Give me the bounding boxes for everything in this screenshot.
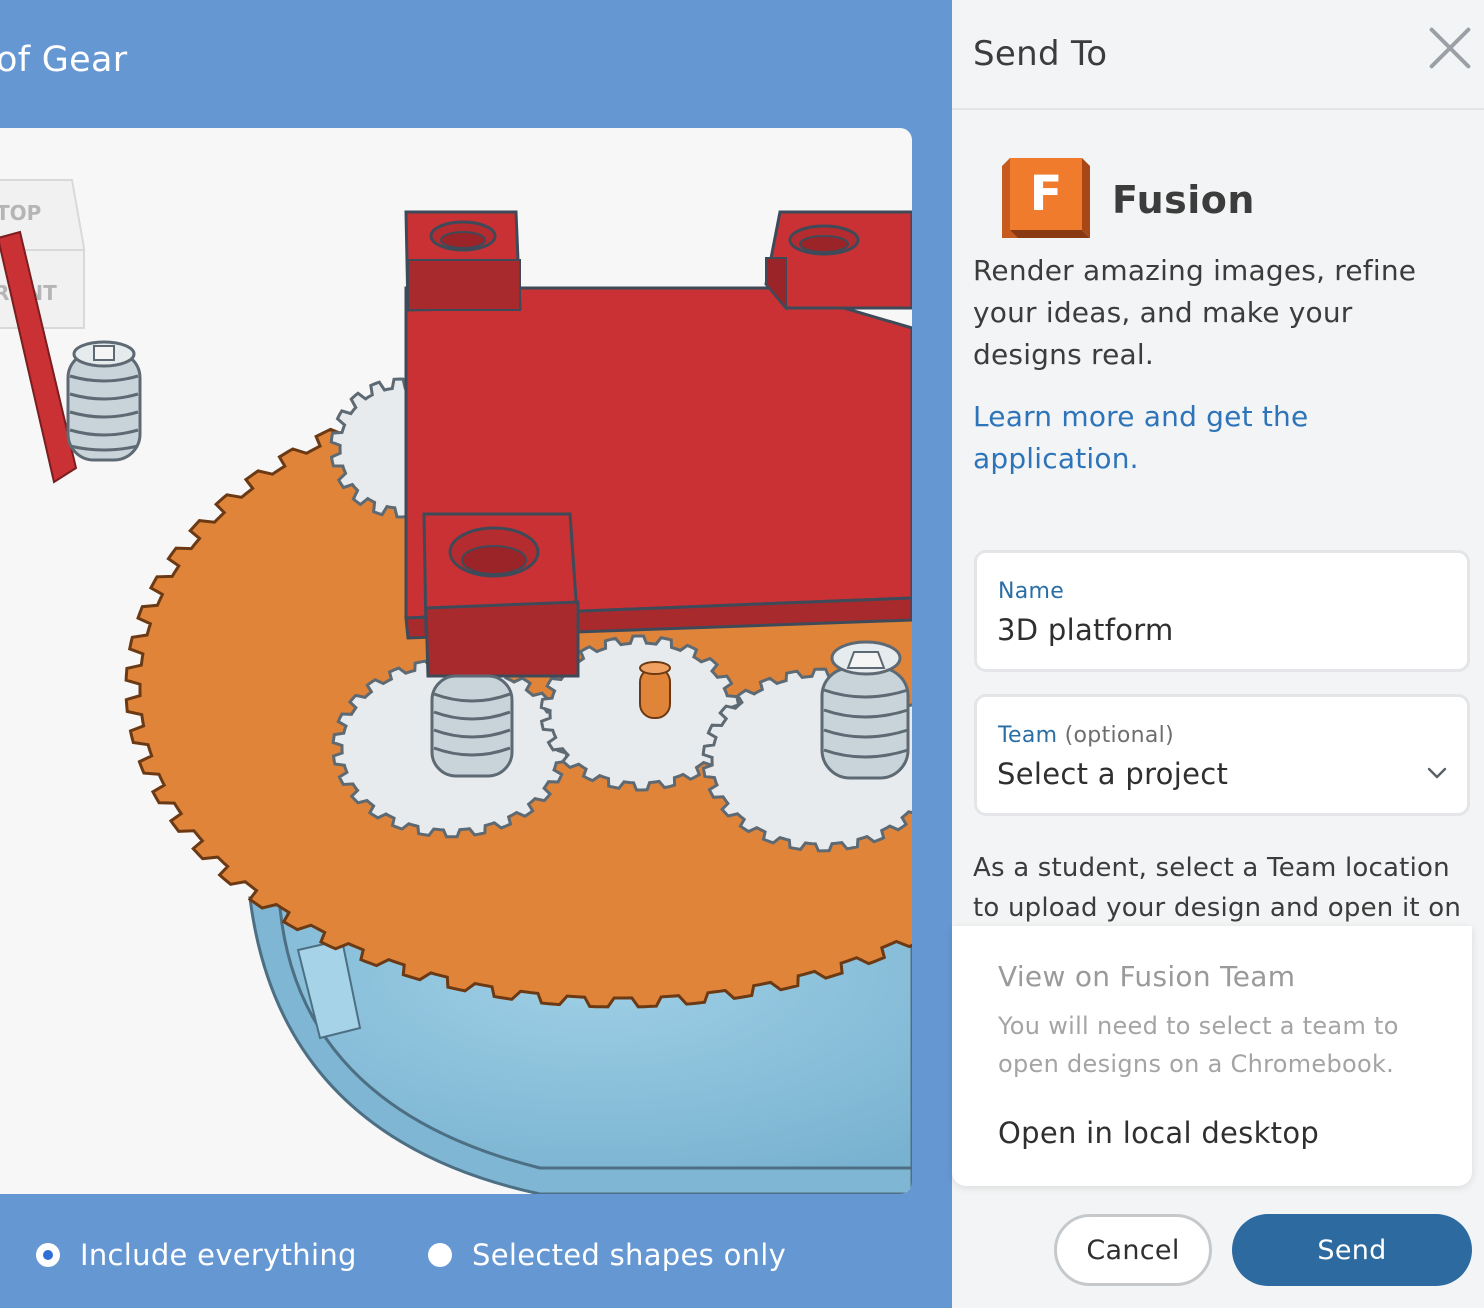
send-to-panel: Send To F Fusion Render amazing images, … xyxy=(952,0,1484,1308)
team-selected-value: Select a project xyxy=(997,757,1229,791)
student-note: As a student, select a Team location to … xyxy=(973,853,1462,923)
3d-scene-render: TOP RONT xyxy=(0,179,912,1194)
include-everything-option[interactable]: Include everything xyxy=(36,1238,357,1272)
cancel-button[interactable]: Cancel xyxy=(1054,1214,1212,1286)
optional-label: (optional) xyxy=(1064,723,1174,748)
small-screw-shape xyxy=(66,340,142,462)
close-icon[interactable] xyxy=(1426,24,1474,72)
team-label: Team xyxy=(998,723,1058,748)
design-title: of Gear xyxy=(0,40,128,80)
panel-title: Send To xyxy=(973,34,1108,74)
export-scope-options: Include everything Selected shapes only xyxy=(0,1222,952,1288)
red-platform-shape xyxy=(404,210,912,678)
app-name: Fusion xyxy=(1112,178,1255,222)
send-button[interactable]: Send xyxy=(1232,1214,1472,1286)
viewcube-top-label: TOP xyxy=(0,201,41,225)
design-preview-panel: of Gear TOP RONT xyxy=(0,0,952,1308)
open-in-local-desktop-item[interactable]: Open in local desktop xyxy=(998,1116,1319,1150)
selected-shapes-only-label: Selected shapes only xyxy=(472,1238,787,1272)
chevron-down-icon[interactable] xyxy=(1427,763,1447,783)
view-on-fusion-team-subtitle: You will need to select a team to open d… xyxy=(998,1012,1399,1078)
include-everything-label: Include everything xyxy=(80,1238,357,1272)
selected-shapes-only-radio[interactable] xyxy=(428,1243,452,1267)
fusion-logo-icon: F xyxy=(1002,158,1092,242)
team-dropdown-menu: View on Fusion Team You will need to sel… xyxy=(952,926,1472,1186)
view-on-fusion-team-item: View on Fusion Team You will need to sel… xyxy=(998,960,1418,1083)
fusion-logo-letter: F xyxy=(1030,166,1063,222)
include-everything-radio[interactable] xyxy=(36,1243,60,1267)
orange-pin-shape xyxy=(639,661,671,719)
name-field-label: Name xyxy=(998,579,1065,604)
learn-more-link[interactable]: Learn more and get the application. xyxy=(973,396,1393,480)
view-on-fusion-team-title: View on Fusion Team xyxy=(998,960,1296,993)
app-header: F Fusion xyxy=(1002,158,1255,242)
team-select[interactable]: Team (optional) Select a project xyxy=(974,694,1470,816)
name-input[interactable] xyxy=(997,613,1437,647)
panel-header: Send To xyxy=(952,0,1484,110)
design-viewport[interactable]: TOP RONT xyxy=(0,128,912,1194)
team-field-label: Team (optional) xyxy=(998,723,1174,748)
name-field[interactable]: Name xyxy=(974,550,1470,672)
selected-shapes-only-option[interactable]: Selected shapes only xyxy=(428,1238,786,1272)
app-description: Render amazing images, refine your ideas… xyxy=(973,254,1417,371)
